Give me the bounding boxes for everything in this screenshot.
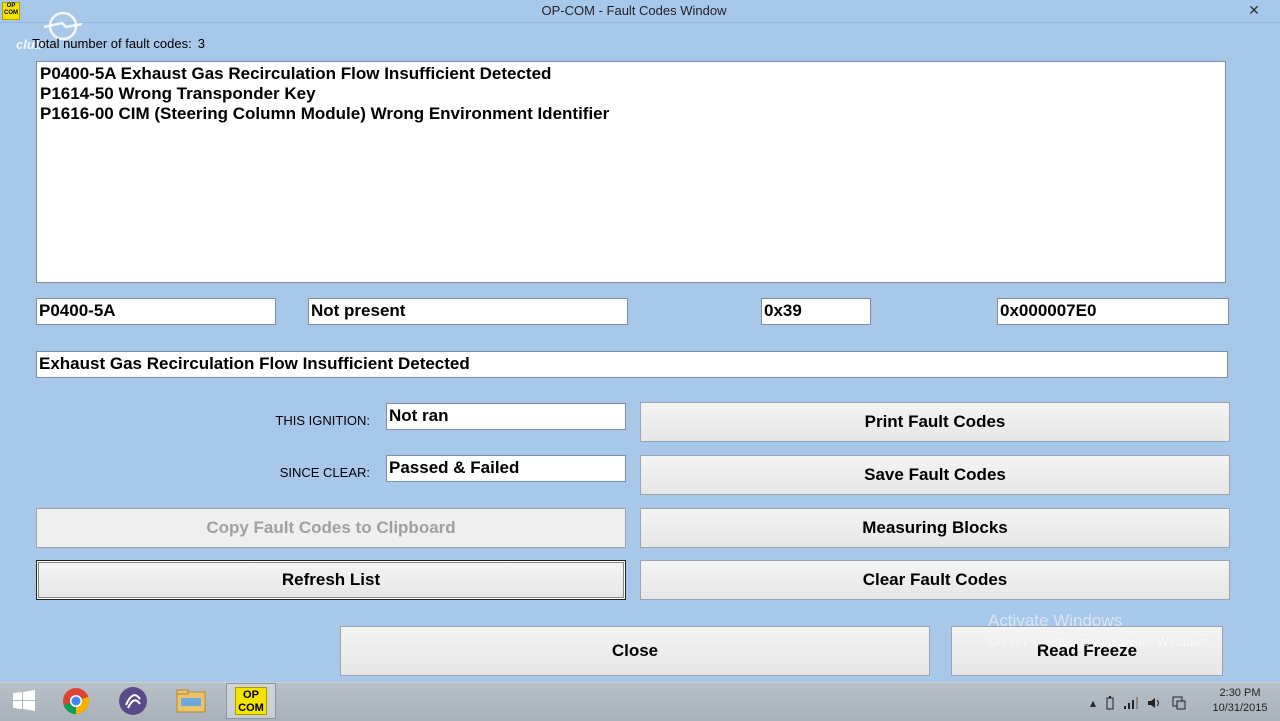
opcom-icon: OP COM [235,687,267,715]
clear-fault-codes-button[interactable]: Clear Fault Codes [640,560,1230,600]
fault-list-item[interactable]: P1614-50 Wrong Transponder Key [40,84,1222,104]
fault-count-summary: Total number of fault codes: 3 [32,36,205,51]
network-icon[interactable] [1172,696,1186,710]
system-tray: ▴ [1090,694,1186,712]
hex-code-field: 0x39 [761,298,871,325]
signal-icon[interactable] [1124,697,1139,709]
fault-count-value: 3 [197,36,205,51]
battery-icon[interactable] [1106,696,1114,710]
windows-logo-icon [13,690,35,711]
taskbar-file-explorer[interactable] [170,683,212,719]
taskbar-media-app[interactable] [114,683,152,719]
start-button[interactable] [8,683,40,719]
fault-status-field: Not present [308,298,628,325]
fault-count-label: Total number of fault codes: [32,36,192,51]
volume-icon[interactable] [1148,697,1162,709]
activation-watermark-subtitle: Go to PC settings to activate Windows. [988,634,1213,649]
refresh-list-button[interactable]: Refresh List [36,560,626,600]
media-app-icon [119,687,147,715]
measuring-blocks-button[interactable]: Measuring Blocks [640,508,1230,548]
window-title: OP-COM - Fault Codes Window [541,3,727,18]
opcom-icon-text-top: OP [243,689,259,701]
taskbar-chrome[interactable] [58,683,94,719]
since-clear-field: Passed & Failed [386,455,626,482]
address-field: 0x000007E0 [997,298,1229,325]
close-window-icon[interactable]: ✕ [1241,1,1267,19]
fault-code-field: P0400-5A [36,298,276,325]
since-clear-label: SINCE CLEAR: [279,465,370,480]
clock-time: 2:30 PM [1219,687,1261,699]
activation-watermark-title: Activate Windows [988,611,1123,630]
opcom-icon-text-bottom: COM [238,702,264,714]
fault-code-list[interactable]: P0400-5A Exhaust Gas Recirculation Flow … [36,61,1226,283]
fault-description-field: Exhaust Gas Recirculation Flow Insuffici… [36,351,1228,378]
clock-date: 10/31/2015 [1212,702,1268,714]
folder-icon [176,689,206,713]
copy-to-clipboard-button[interactable]: Copy Fault Codes to Clipboard [36,508,626,548]
save-fault-codes-button[interactable]: Save Fault Codes [640,455,1230,495]
close-button[interactable]: Close [340,626,930,676]
this-ignition-field: Not ran [386,403,626,430]
fault-list-item[interactable]: P1616-00 CIM (Steering Column Module) Wr… [40,104,1222,124]
chrome-icon [63,688,89,714]
this-ignition-label: THIS IGNITION: [275,413,370,428]
taskbar-opcom[interactable]: OP COM [226,683,276,719]
taskbar-clock[interactable]: 2:30 PM 10/31/2015 [1205,686,1275,716]
fault-list-item[interactable]: P0400-5A Exhaust Gas Recirculation Flow … [40,64,1222,84]
chevron-up-icon[interactable]: ▴ [1090,696,1096,710]
print-fault-codes-button[interactable]: Print Fault Codes [640,402,1230,442]
